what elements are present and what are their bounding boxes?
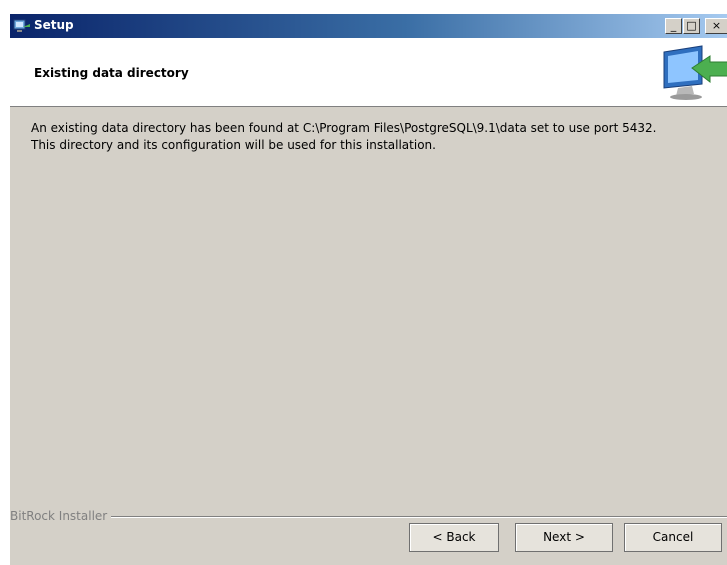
separator-rule [10,516,727,518]
computer-install-icon [658,44,727,102]
setup-window: Setup _ □ × Existing data directory An e… [9,14,727,565]
info-message-line1: An existing data directory has been foun… [31,121,657,135]
maximize-icon: □ [686,19,697,32]
back-button[interactable]: < Back [409,523,499,552]
close-icon: × [711,19,722,32]
minimize-button[interactable]: _ [665,18,682,34]
info-message-line2: This directory and its configuration wil… [31,138,436,152]
close-button[interactable]: × [705,18,727,34]
next-button[interactable]: Next > [515,523,613,552]
page-header: Existing data directory [10,38,727,107]
cancel-button[interactable]: Cancel [624,523,722,552]
title-bar[interactable]: Setup _ □ × [10,14,727,38]
vendor-separator: BitRock Installer [10,509,727,523]
minimize-icon: _ [670,19,677,32]
vendor-label: BitRock Installer [10,509,112,523]
maximize-button[interactable]: □ [683,18,700,34]
page-title: Existing data directory [34,66,189,80]
setup-app-icon [13,18,31,34]
window-title: Setup [34,18,74,32]
info-message: An existing data directory has been foun… [31,120,656,154]
